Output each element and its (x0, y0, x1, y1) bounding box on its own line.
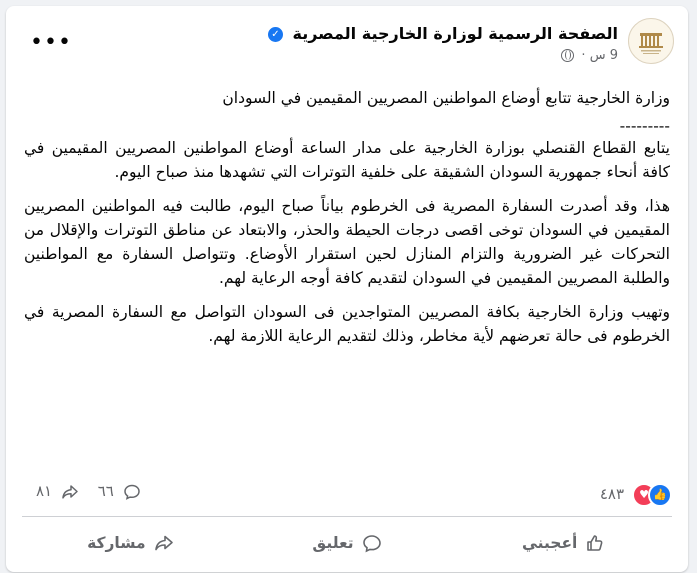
thumbs-up-icon (587, 535, 603, 551)
post-paragraph: وتهيب وزارة الخارجية بكافة المصريين المت… (24, 303, 670, 345)
post-body: وزارة الخارجية تتابع أوضاع المواطنين الم… (24, 86, 670, 358)
post-separator-dashes: --------- (619, 117, 670, 135)
reactions-count[interactable]: ٤٨٣ (600, 485, 624, 503)
engagement-counters: ٦٦ ٨١ (22, 482, 141, 501)
verified-badge-icon: ✓ (267, 27, 283, 42)
post-headline: وزارة الخارجية تتابع أوضاع المواطنين الم… (222, 89, 670, 107)
comment-icon (123, 484, 140, 500)
post-meta: 9 س · (561, 48, 618, 63)
meta-separator: · (581, 48, 586, 63)
share-icon (154, 535, 173, 551)
page-avatar[interactable] (628, 18, 674, 64)
comments-count: ٦٦ (97, 482, 114, 500)
like-reaction-icon: 👍 (648, 483, 672, 507)
post-header: الصفحة الرسمية لوزارة الخارجية المصرية ✓… (20, 18, 674, 74)
page-name-text[interactable]: الصفحة الرسمية لوزارة الخارجية المصرية (293, 24, 618, 43)
shares-count: ٨١ (36, 482, 53, 500)
like-button[interactable]: أعجبني (455, 521, 672, 565)
page-name[interactable]: الصفحة الرسمية لوزارة الخارجية المصرية ✓ (267, 24, 618, 43)
post-paragraph: هذا، وقد أصدرت السفارة المصرية فى الخرطو… (24, 197, 670, 287)
post-time[interactable]: 9 س (590, 48, 618, 63)
comment-icon (362, 535, 381, 553)
post-paragraph: يتابع القطاع القنصلي بوزارة الخارجية على… (24, 139, 670, 181)
share-button-label: مشاركة (87, 534, 146, 552)
like-button-label: أعجبني (521, 534, 578, 552)
ministry-logo-icon (639, 33, 663, 54)
actions-divider (22, 516, 672, 517)
post-card: الصفحة الرسمية لوزارة الخارجية المصرية ✓… (6, 6, 688, 572)
shares-counter[interactable]: ٨١ (36, 482, 79, 501)
more-options-button[interactable]: ••• (30, 32, 72, 54)
post-stats: 👍 ♥ ٤٨٣ ٦٦ ٨١ (22, 480, 672, 508)
share-icon (62, 484, 78, 499)
comment-button-label: تعليق (312, 534, 354, 552)
comments-counter[interactable]: ٦٦ (98, 482, 141, 501)
comment-button[interactable]: تعليق (239, 521, 456, 565)
post-actions: أعجبني تعليق مشاركة (22, 521, 672, 565)
globe-icon[interactable] (561, 49, 575, 62)
share-button[interactable]: مشاركة (22, 521, 239, 565)
